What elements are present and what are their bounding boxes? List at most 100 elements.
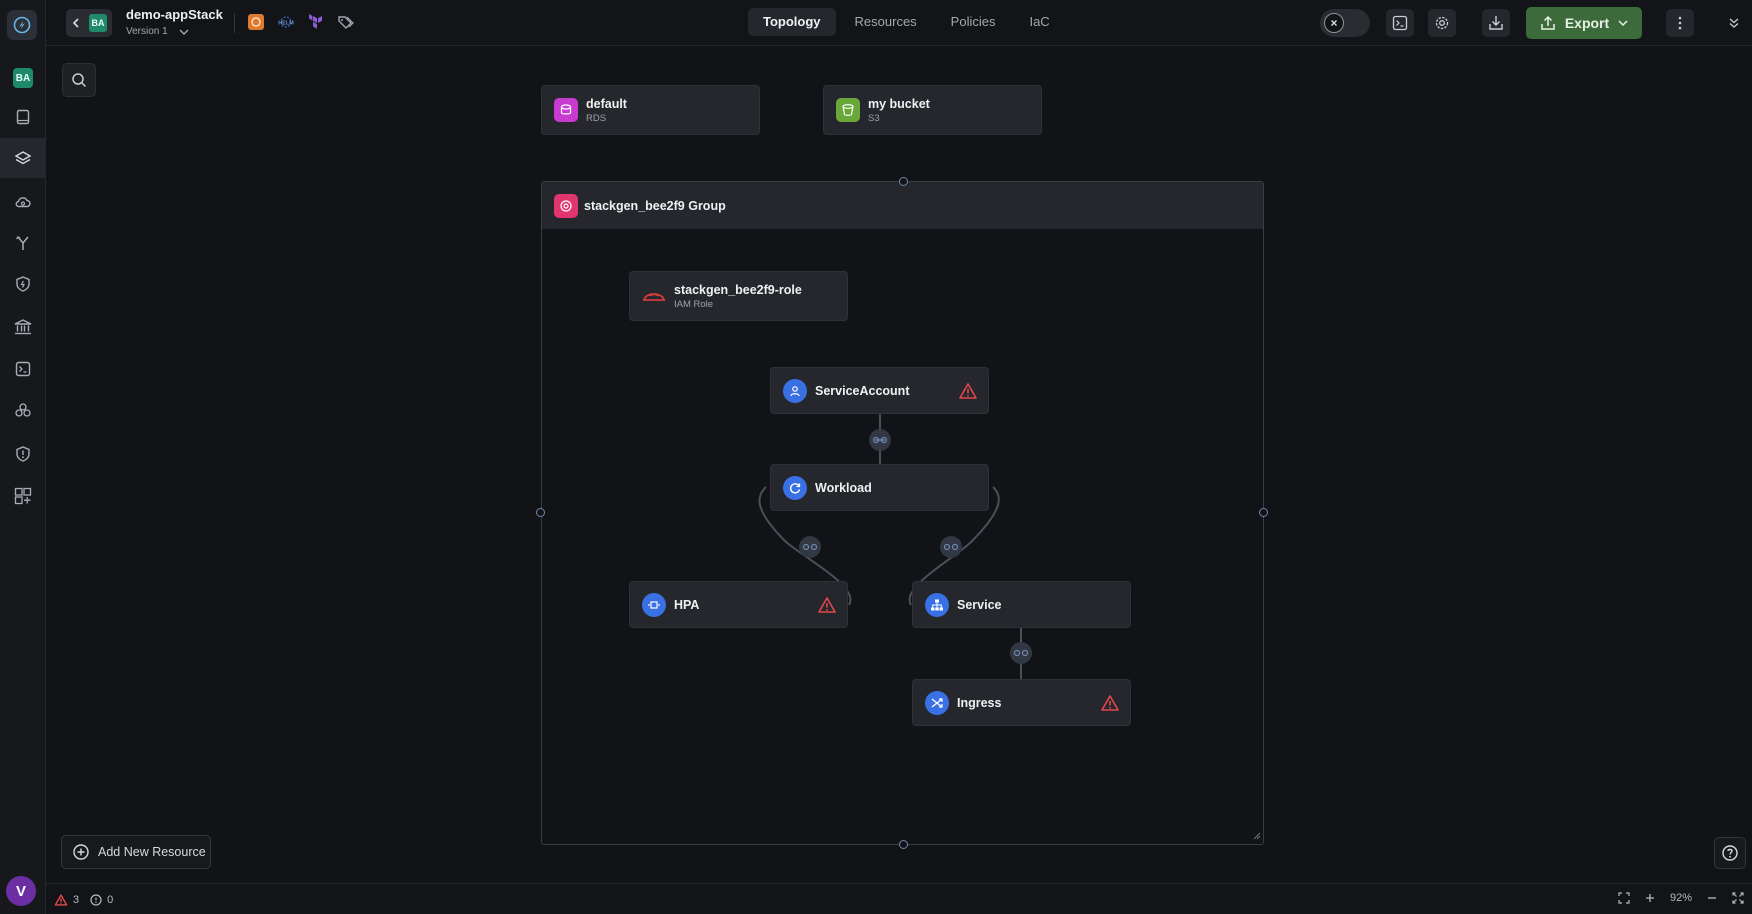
settings-button[interactable] bbox=[1428, 9, 1456, 37]
warnings-count: 3 bbox=[73, 894, 80, 906]
node-workload[interactable]: Workload bbox=[770, 464, 989, 511]
rail-item-merge[interactable] bbox=[0, 223, 46, 263]
git-merge-icon bbox=[15, 236, 29, 250]
rail-item-workspace[interactable]: BA bbox=[0, 58, 46, 98]
node-title: ServiceAccount bbox=[815, 383, 910, 398]
node-title: Workload bbox=[815, 480, 872, 495]
topology-canvas[interactable]: default RDS my bucket S3 stackgen_bee2f9… bbox=[46, 47, 1752, 883]
node-title: default bbox=[586, 96, 627, 111]
add-new-resource-button[interactable]: Add New Resource bbox=[61, 835, 211, 869]
terraform-icon[interactable] bbox=[306, 12, 326, 32]
aws-provider-icon[interactable] bbox=[246, 12, 266, 32]
warning-icon[interactable] bbox=[817, 595, 837, 615]
chevron-down-icon bbox=[1618, 20, 1628, 27]
rail-item-integrations[interactable] bbox=[0, 390, 46, 430]
group-header[interactable]: stackgen_bee2f9 Group bbox=[542, 182, 1263, 229]
appstack-badge: BA bbox=[89, 14, 107, 32]
console-button[interactable] bbox=[1386, 9, 1414, 37]
rail-item-policies[interactable] bbox=[0, 264, 46, 304]
warning-icon[interactable] bbox=[958, 381, 978, 401]
group-handle-bottom[interactable] bbox=[899, 840, 908, 849]
version-label: Version 1 bbox=[126, 26, 168, 37]
tab-topology[interactable]: Topology bbox=[748, 8, 836, 36]
node-s3-my-bucket[interactable]: my bucket S3 bbox=[823, 85, 1042, 135]
plus-circle-icon bbox=[73, 844, 89, 860]
add-new-resource-label: Add New Resource bbox=[98, 845, 206, 859]
gear-icon bbox=[1435, 16, 1449, 30]
kubernetes-workload-icon bbox=[783, 475, 807, 500]
grid-plus-icon bbox=[14, 487, 32, 505]
node-title: my bucket bbox=[868, 96, 930, 111]
status-counts[interactable]: 3 0 bbox=[54, 893, 113, 907]
collapse-header-button[interactable] bbox=[1724, 13, 1744, 33]
node-ingress[interactable]: Ingress bbox=[912, 679, 1131, 726]
node-serviceaccount[interactable]: ServiceAccount bbox=[770, 367, 989, 414]
helm-icon[interactable]: HELM bbox=[276, 12, 296, 32]
help-circle-icon bbox=[1722, 845, 1738, 861]
tab-iac[interactable]: IaC bbox=[1014, 8, 1064, 36]
group-handle-right[interactable] bbox=[1259, 508, 1268, 517]
node-service[interactable]: Service bbox=[912, 581, 1131, 628]
node-title: stackgen_bee2f9-role bbox=[674, 282, 802, 297]
rail-item-governance[interactable] bbox=[0, 307, 46, 347]
app-root: BA V BA demo-appStack Version 1 HELM Top… bbox=[0, 0, 1752, 914]
export-button[interactable]: Export bbox=[1526, 7, 1642, 39]
svg-text:HELM: HELM bbox=[278, 21, 294, 27]
rail-item-cloud[interactable] bbox=[0, 182, 46, 222]
rail-item-security[interactable] bbox=[0, 434, 46, 474]
download-button[interactable] bbox=[1482, 9, 1510, 37]
zoom-in-icon[interactable] bbox=[1644, 892, 1656, 904]
zoom-level: 92% bbox=[1669, 892, 1692, 904]
node-title: Ingress bbox=[957, 695, 1002, 710]
user-avatar[interactable]: V bbox=[6, 876, 36, 906]
group-title: stackgen_bee2f9 Group bbox=[584, 198, 726, 213]
more-menu-button[interactable] bbox=[1666, 9, 1694, 37]
close-circle-icon bbox=[1331, 20, 1337, 26]
rail-item-add-module[interactable] bbox=[0, 476, 46, 516]
provider-icons: HELM bbox=[246, 12, 356, 32]
node-subtitle: S3 bbox=[868, 112, 880, 124]
search-icon bbox=[72, 73, 87, 88]
cloud-icon bbox=[15, 197, 31, 208]
iam-role-icon bbox=[642, 284, 666, 308]
kubernetes-hpa-icon bbox=[642, 592, 666, 617]
kubernetes-ingress-icon bbox=[925, 690, 949, 715]
appstack-name: demo-appStack bbox=[126, 7, 223, 22]
cluster-icon bbox=[15, 403, 31, 417]
drift-toggle[interactable] bbox=[1320, 9, 1370, 37]
rail-item-catalog[interactable] bbox=[0, 97, 46, 137]
warning-icon bbox=[54, 894, 68, 906]
kubernetes-service-icon bbox=[925, 592, 949, 617]
node-rds-default[interactable]: default RDS bbox=[541, 85, 760, 135]
version-selector[interactable]: Version 1 bbox=[126, 26, 190, 37]
shield-alert-icon bbox=[16, 446, 30, 462]
tags-icon[interactable] bbox=[336, 12, 356, 32]
tab-resources[interactable]: Resources bbox=[840, 8, 932, 36]
warning-icon[interactable] bbox=[1100, 693, 1120, 713]
canvas-search-button[interactable] bbox=[62, 63, 96, 97]
workspace-badge: BA bbox=[13, 68, 33, 88]
zoom-out-icon[interactable] bbox=[1706, 892, 1718, 904]
stackgen-logo-icon[interactable] bbox=[7, 10, 37, 40]
chevrons-down-icon bbox=[1729, 18, 1739, 28]
chevron-down-icon bbox=[179, 29, 189, 35]
fit-view-icon[interactable] bbox=[1618, 892, 1630, 904]
top-bar: BA demo-appStack Version 1 HELM Topology… bbox=[46, 0, 1752, 46]
node-hpa[interactable]: HPA bbox=[629, 581, 848, 628]
layers-icon bbox=[14, 151, 32, 165]
tab-policies[interactable]: Policies bbox=[936, 8, 1011, 36]
node-title: HPA bbox=[674, 597, 700, 612]
chevron-left-icon bbox=[72, 18, 79, 28]
node-iam-role[interactable]: stackgen_bee2f9-role IAM Role bbox=[629, 271, 848, 321]
rail-item-appstacks[interactable] bbox=[0, 138, 46, 178]
upload-tray-icon bbox=[1541, 15, 1555, 30]
fullscreen-icon[interactable] bbox=[1732, 892, 1744, 904]
group-handle-left[interactable] bbox=[536, 508, 545, 517]
rail-item-terminal[interactable] bbox=[0, 349, 46, 389]
help-button[interactable] bbox=[1714, 837, 1746, 869]
kubernetes-serviceaccount-icon bbox=[783, 378, 807, 403]
toggle-knob bbox=[1324, 13, 1344, 33]
group-handle-top[interactable] bbox=[899, 177, 908, 186]
more-vertical-icon bbox=[1678, 16, 1682, 30]
back-button[interactable]: BA bbox=[66, 9, 112, 37]
